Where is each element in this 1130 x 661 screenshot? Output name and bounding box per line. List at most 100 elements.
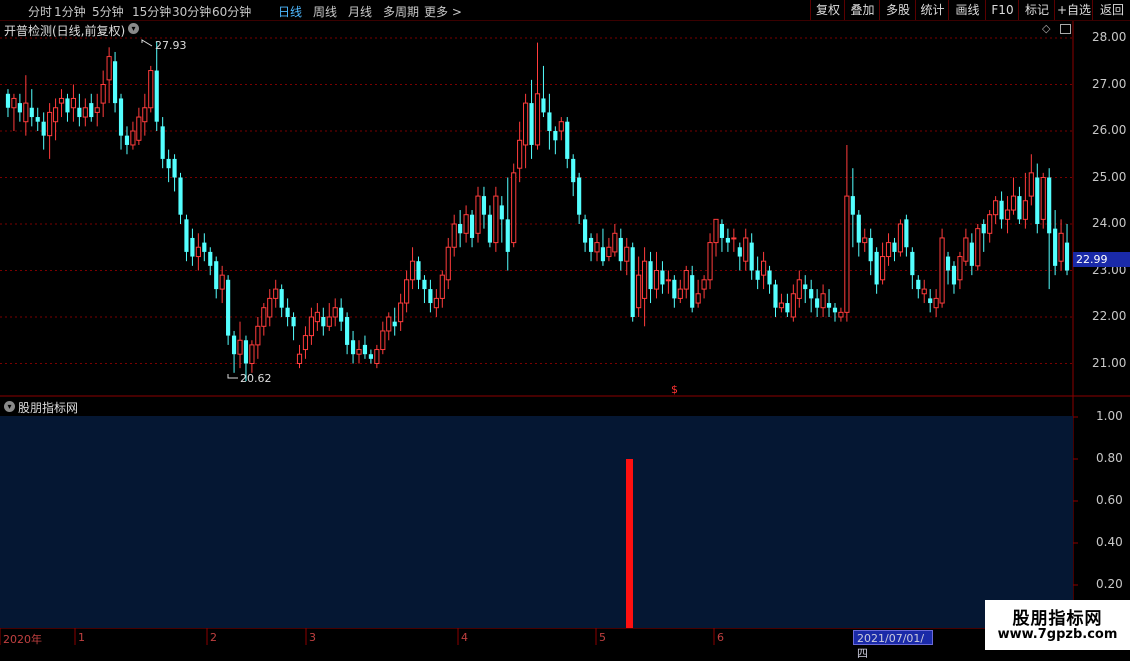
candle-body xyxy=(148,70,154,109)
candle-body xyxy=(291,317,296,327)
candle-body xyxy=(29,107,34,118)
candle-body xyxy=(553,131,558,141)
time-axis-label: 2 xyxy=(210,631,217,644)
candle-body xyxy=(511,172,517,244)
candle-body xyxy=(904,219,909,248)
candle-body xyxy=(339,307,344,322)
candle-body xyxy=(975,228,981,267)
candle-body xyxy=(17,103,22,113)
candle-body xyxy=(939,237,945,304)
candle-body xyxy=(892,242,897,252)
candle-body xyxy=(314,311,320,323)
high-label: 27.93 xyxy=(155,39,187,52)
candle-body xyxy=(534,93,541,146)
high-pointer xyxy=(141,39,153,47)
candle-body xyxy=(1047,177,1052,234)
candle-body xyxy=(428,289,433,304)
candle-body xyxy=(951,265,957,285)
candle-body xyxy=(368,354,373,359)
candle-body xyxy=(862,237,868,244)
candle-body xyxy=(583,219,588,243)
price-axis-label: 28.00 xyxy=(1092,30,1127,44)
candle-body xyxy=(624,246,630,262)
time-axis-label: 1 xyxy=(78,631,85,644)
candle-body xyxy=(844,195,850,313)
indicator-axis-label: 0.60 xyxy=(1096,493,1123,507)
candle-body xyxy=(1053,228,1058,266)
indicator-axis-label: 0.20 xyxy=(1096,577,1123,591)
candle-body xyxy=(916,279,921,290)
candle-body xyxy=(850,196,855,215)
candle-body xyxy=(963,237,969,262)
candle-body xyxy=(677,288,683,299)
candle-body xyxy=(106,56,112,81)
candle-body xyxy=(487,214,492,243)
candle-body xyxy=(89,103,94,118)
time-axis-label: 6 xyxy=(717,631,724,644)
candle-body xyxy=(1040,177,1046,220)
candle-body xyxy=(981,224,986,234)
candle-body xyxy=(642,260,648,299)
candle-body xyxy=(987,214,993,234)
candle-body xyxy=(332,307,338,318)
candle-body xyxy=(416,261,421,280)
time-axis-label: 4 xyxy=(461,631,468,644)
candle-body xyxy=(214,261,219,290)
indicator-options-icon[interactable]: ▾ xyxy=(4,401,15,412)
candle-body xyxy=(202,242,207,252)
low-label: 20.62 xyxy=(240,372,272,385)
price-axis-label: 24.00 xyxy=(1092,216,1127,230)
candle-body xyxy=(600,247,606,262)
last-price-tag: 22.99 xyxy=(1073,252,1130,267)
candle-body xyxy=(1064,242,1070,271)
candle-body xyxy=(100,84,106,104)
candle-body xyxy=(577,177,582,215)
price-axis-label: 26.00 xyxy=(1092,123,1127,137)
time-axis-label: 2020年 xyxy=(3,633,42,646)
candle-body xyxy=(94,107,100,113)
candle-body xyxy=(653,270,660,290)
candle-body xyxy=(826,303,832,308)
candle-body xyxy=(928,298,933,304)
candle-body xyxy=(541,98,546,113)
price-axis-label: 22.00 xyxy=(1092,309,1127,323)
candle-body xyxy=(326,316,332,327)
candle-body xyxy=(219,274,225,290)
candle-body xyxy=(58,97,65,104)
time-axis-label: 5 xyxy=(599,631,606,644)
candle-body xyxy=(178,177,183,215)
candle-body xyxy=(208,251,213,266)
candle-body xyxy=(267,297,273,318)
low-pointer xyxy=(227,374,238,379)
candle-body xyxy=(362,344,368,355)
candle-body xyxy=(957,256,963,281)
candle-body xyxy=(665,279,671,282)
candle-body xyxy=(296,353,303,365)
watermark-url: www.7gpzb.com xyxy=(997,627,1118,642)
candle-body xyxy=(493,195,499,244)
candle-body xyxy=(279,289,284,308)
candle-body xyxy=(690,275,695,308)
candle-body xyxy=(386,316,392,332)
candle-body xyxy=(499,205,504,220)
candle-body xyxy=(409,260,416,281)
indicator-axis-label: 1.00 xyxy=(1096,409,1123,423)
candle-body xyxy=(77,107,82,118)
candle-body xyxy=(820,293,826,309)
candle-body xyxy=(529,103,534,145)
candle-body xyxy=(392,321,397,327)
candle-body xyxy=(874,251,879,285)
candle-body xyxy=(130,130,136,146)
candle-body xyxy=(226,279,231,336)
price-axis-label: 25.00 xyxy=(1092,169,1127,184)
candlestick-chart[interactable] xyxy=(0,0,1130,650)
candle-body xyxy=(713,218,719,244)
candle-body xyxy=(1058,232,1064,262)
price-axis-label: 21.00 xyxy=(1092,355,1127,370)
candle-body xyxy=(778,302,785,309)
candle-body xyxy=(184,219,189,252)
candle-body xyxy=(755,270,760,280)
candle-body xyxy=(439,274,445,299)
candle-body xyxy=(1004,209,1011,220)
candle-body xyxy=(588,237,594,252)
